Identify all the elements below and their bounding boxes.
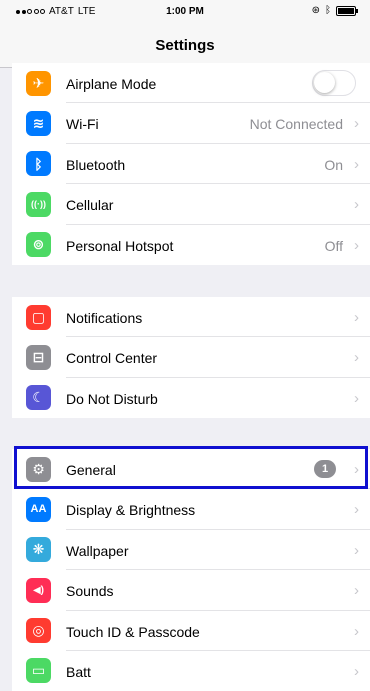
row-label: Control Center [66,350,158,367]
chevron-right-icon: › [354,541,359,559]
row-touch-id-passcode[interactable]: ◎ Touch ID & Passcode › [12,611,370,651]
row-control-center[interactable]: ⊟ Control Center › [12,337,370,378]
row-label: Cellular [66,197,114,214]
rotation-lock-icon: ⊛ [311,5,320,16]
control-center-icon: ⊟ [26,344,51,370]
settings-group-general: ⚙ General 1 › AA Display & Brightness › … [12,449,370,691]
row-cellular[interactable]: ((·)) Cellular › [12,184,370,225]
row-label: Personal Hotspot [66,237,174,254]
row-label: Display & Brightness [66,502,196,519]
page-title: Settings [155,37,215,54]
row-label: Bluetooth [66,156,126,173]
row-label: Touch ID & Passcode [66,623,200,640]
update-badge: 1 [314,460,336,478]
wallpaper-icon: ❋ [26,537,51,563]
chevron-right-icon: › [354,582,359,600]
row-label: Do Not Disturb [66,390,158,407]
row-do-not-disturb[interactable]: ☾ Do Not Disturb › [12,378,370,418]
settings-group-notifications: ▢ Notifications › ⊟ Control Center › ☾ D… [12,297,370,419]
row-general[interactable]: ⚙ General 1 › [12,449,370,490]
cellular-icon: ((·)) [26,191,51,217]
row-value: On [324,156,343,173]
fingerprint-icon: ◎ [26,618,51,644]
chevron-right-icon: › [354,115,359,133]
hotspot-icon: ⊚ [26,232,51,258]
row-sounds[interactable]: ◀) Sounds › [12,570,370,611]
row-label: Airplane Mode [66,76,157,92]
row-label: Wi-Fi [66,116,99,133]
settings-group-connectivity: ✈ Airplane Mode ≋ Wi-Fi Not Connected › … [12,63,370,265]
status-right: ⊛ ᛒ [311,5,358,16]
row-label: Notifications [66,310,143,326]
notifications-icon: ▢ [26,304,51,330]
status-bar: AT&T LTE 1:00 PM ⊛ ᛒ [0,0,370,22]
bluetooth-status-icon: ᛒ [325,5,331,16]
row-personal-hotspot[interactable]: ⊚ Personal Hotspot Off › [12,225,370,265]
chevron-right-icon: › [354,389,359,407]
row-label: General [66,462,116,478]
row-value: Not Connected [249,116,343,133]
row-notifications[interactable]: ▢ Notifications › [12,297,370,338]
chevron-right-icon: › [354,461,359,478]
toggle-knob [314,72,335,93]
battery-icon: ▭ [26,658,51,684]
chevron-right-icon: › [354,662,359,680]
airplane-icon: ✈ [26,70,51,96]
wifi-icon: ≋ [26,110,51,136]
chevron-right-icon: › [354,236,359,254]
chevron-right-icon: › [354,622,359,640]
battery-icon [336,5,358,16]
bluetooth-icon: ᛒ [26,151,51,177]
chevron-right-icon: › [354,309,359,326]
row-label: Sounds [66,583,114,600]
row-label: Batt [66,663,91,680]
chevron-right-icon: › [354,501,359,519]
row-label: Wallpaper [66,542,129,559]
row-wifi[interactable]: ≋ Wi-Fi Not Connected › [12,103,370,144]
row-wallpaper[interactable]: ❋ Wallpaper › [12,530,370,571]
chevron-right-icon: › [354,349,359,367]
navigation-bar: Settings [0,22,370,68]
airplane-mode-toggle[interactable] [312,70,356,96]
sounds-icon: ◀) [26,577,51,603]
row-display-brightness[interactable]: AA Display & Brightness › [12,489,370,530]
chevron-right-icon: › [354,155,359,173]
display-icon: AA [26,496,51,522]
row-airplane-mode[interactable]: ✈ Airplane Mode [12,63,370,104]
row-value: Off [324,237,343,254]
gear-icon: ⚙ [26,456,51,482]
row-battery[interactable]: ▭ Batt › [12,651,370,691]
moon-icon: ☾ [26,385,51,411]
chevron-right-icon: › [354,196,359,214]
row-bluetooth[interactable]: ᛒ Bluetooth On › [12,144,370,185]
